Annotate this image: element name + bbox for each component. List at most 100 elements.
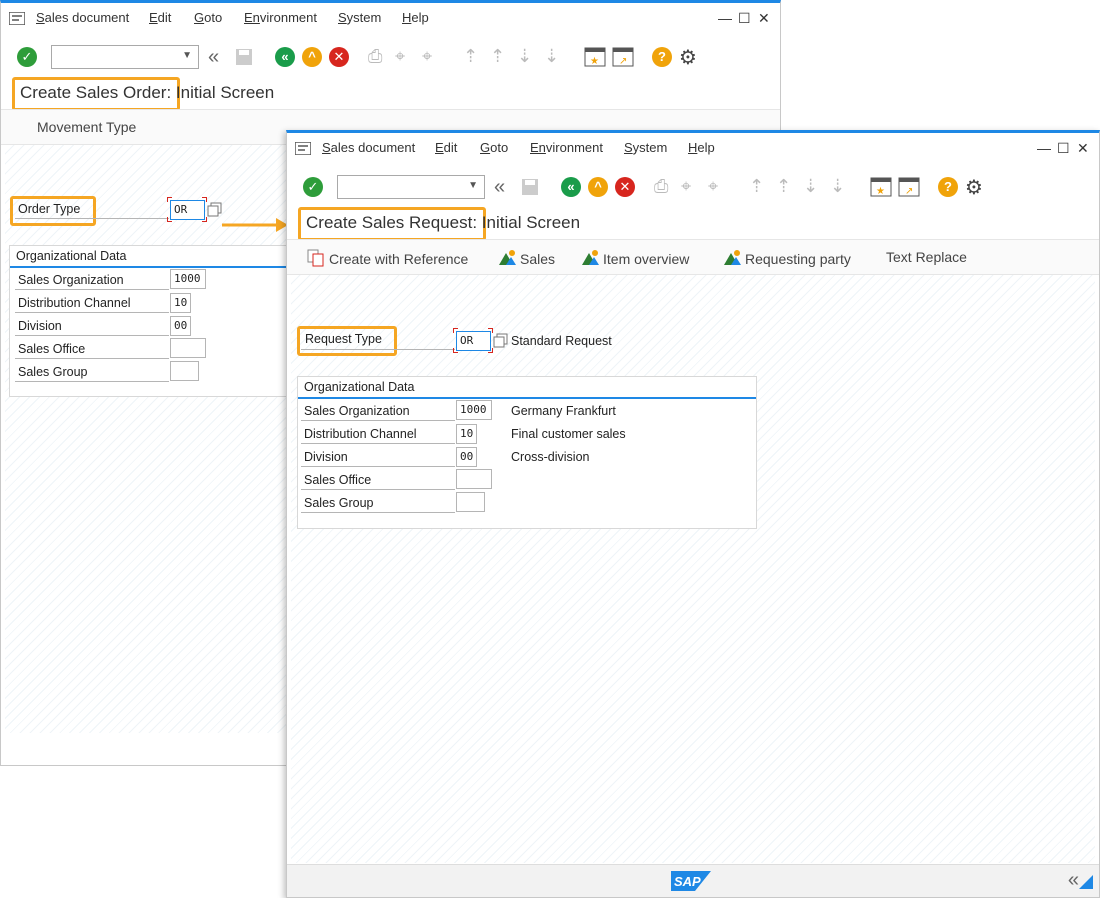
sales-office-input[interactable] xyxy=(456,469,492,489)
find-next-icon[interactable]: ⌖ xyxy=(422,46,432,67)
first-page-icon[interactable]: ⇡ xyxy=(749,176,764,197)
menu-edit[interactable]: Edit xyxy=(435,140,457,155)
status-bar: SAP « xyxy=(287,864,1099,897)
match-code-icon[interactable] xyxy=(493,333,509,349)
exit-icon[interactable]: ^ xyxy=(588,177,608,197)
division-input[interactable]: 00 xyxy=(170,316,191,336)
label-underline xyxy=(301,349,455,350)
command-field[interactable]: ▼ xyxy=(337,175,485,199)
sales-organization-input[interactable]: 1000 xyxy=(170,269,206,289)
new-session-icon[interactable]: ★ xyxy=(584,47,606,67)
menu-sales-document[interactable]: Sales document xyxy=(322,140,415,155)
sales-request-window: Sales document Edit Goto Environment Sys… xyxy=(286,130,1100,898)
distribution-channel-label: Distribution Channel xyxy=(18,296,131,310)
chevron-down-icon[interactable]: ▼ xyxy=(468,180,478,191)
order-type-input[interactable]: OR xyxy=(170,200,205,220)
division-label: Division xyxy=(18,319,62,333)
distribution-channel-input[interactable]: 10 xyxy=(456,424,477,444)
command-field[interactable]: ▼ xyxy=(51,45,199,69)
help-icon[interactable]: ? xyxy=(652,47,672,67)
enter-icon[interactable]: ✓ xyxy=(303,177,323,197)
back-icon[interactable]: « xyxy=(275,47,295,67)
label-underline xyxy=(15,312,169,313)
prev-page-icon[interactable]: ⇡ xyxy=(490,46,505,67)
division-label: Division xyxy=(304,450,348,464)
close-button[interactable]: ✕ xyxy=(1077,140,1089,157)
svg-text:★: ★ xyxy=(590,56,599,67)
text-replace-button[interactable]: Text Replace xyxy=(886,249,967,265)
sales-office-input[interactable] xyxy=(170,338,206,358)
sales-group-label: Sales Group xyxy=(304,496,374,510)
minimize-button[interactable]: — xyxy=(1037,140,1051,156)
chevron-down-icon[interactable]: ▼ xyxy=(182,50,192,61)
menu-edit[interactable]: Edit xyxy=(149,10,171,25)
find-icon[interactable]: ⌖ xyxy=(395,46,405,67)
menu-environment[interactable]: Environment xyxy=(530,140,603,155)
menu-system[interactable]: System xyxy=(624,140,667,155)
request-type-description: Standard Request xyxy=(511,334,612,348)
next-page-icon[interactable]: ⇣ xyxy=(517,46,532,67)
page-title: Create Sales Order: Initial Screen xyxy=(20,83,275,102)
resize-icon[interactable] xyxy=(1079,875,1093,889)
menu-help[interactable]: Help xyxy=(402,10,429,25)
back-icon[interactable]: « xyxy=(561,177,581,197)
item-overview-button[interactable]: Item overview xyxy=(581,249,689,267)
requesting-party-button[interactable]: Requesting party xyxy=(723,249,851,267)
label-underline xyxy=(301,489,455,490)
movement-type-button[interactable]: Movement Type xyxy=(37,119,136,135)
shortcut-icon[interactable]: ↗ xyxy=(612,47,634,67)
sales-group-input[interactable] xyxy=(170,361,199,381)
menu-environment[interactable]: Environment xyxy=(244,10,317,25)
cancel-icon[interactable]: ✕ xyxy=(615,177,635,197)
division-input[interactable]: 00 xyxy=(456,447,477,467)
cancel-icon[interactable]: ✕ xyxy=(329,47,349,67)
next-page-icon[interactable]: ⇣ xyxy=(803,176,818,197)
sales-group-input[interactable] xyxy=(456,492,485,512)
request-type-input[interactable]: OR xyxy=(456,331,491,351)
settings-icon[interactable]: ⚙ xyxy=(679,45,697,70)
sales-organization-label: Sales Organization xyxy=(18,273,124,287)
help-icon[interactable]: ? xyxy=(938,177,958,197)
new-session-icon[interactable]: ★ xyxy=(870,177,892,197)
last-page-icon[interactable]: ⇣ xyxy=(830,176,845,197)
menu-icon[interactable] xyxy=(295,142,311,155)
last-page-icon[interactable]: ⇣ xyxy=(544,46,559,67)
collapse-icon[interactable]: « xyxy=(208,46,219,69)
focus-corner xyxy=(453,348,458,353)
toolbar: ✓ ▼ « « ^ ✕ ⎙ ⌖ ⌖ ⇡ ⇡ ⇣ ⇣ ★ ↗ ? ⚙ xyxy=(1,37,780,77)
collapse-icon[interactable]: « xyxy=(494,176,505,199)
find-icon[interactable]: ⌖ xyxy=(681,176,691,197)
sap-logo: SAP xyxy=(671,871,711,891)
menu-goto[interactable]: Goto xyxy=(194,10,222,25)
print-icon[interactable]: ⎙ xyxy=(368,46,382,67)
menu-system[interactable]: System xyxy=(338,10,381,25)
menu-goto[interactable]: Goto xyxy=(480,140,508,155)
enter-icon[interactable]: ✓ xyxy=(17,47,37,67)
sales-organization-description: Germany Frankfurt xyxy=(511,404,616,418)
exit-icon[interactable]: ^ xyxy=(302,47,322,67)
sales-office-label: Sales Office xyxy=(18,342,86,356)
maximize-button[interactable]: ☐ xyxy=(738,10,751,27)
minimize-button[interactable]: — xyxy=(718,10,732,26)
first-page-icon[interactable]: ⇡ xyxy=(463,46,478,67)
create-with-reference-button[interactable]: Create with Reference xyxy=(307,249,468,267)
maximize-button[interactable]: ☐ xyxy=(1057,140,1070,157)
shortcut-icon[interactable]: ↗ xyxy=(898,177,920,197)
match-code-icon[interactable] xyxy=(207,202,223,218)
group-divider xyxy=(10,266,310,268)
save-icon[interactable] xyxy=(235,48,253,66)
close-button[interactable]: ✕ xyxy=(758,10,770,27)
sales-organization-input[interactable]: 1000 xyxy=(456,400,492,420)
menu-sales-document[interactable]: Sales document xyxy=(36,10,129,25)
print-icon[interactable]: ⎙ xyxy=(654,176,668,197)
settings-icon[interactable]: ⚙ xyxy=(965,175,983,200)
prev-page-icon[interactable]: ⇡ xyxy=(776,176,791,197)
distribution-channel-input[interactable]: 10 xyxy=(170,293,191,313)
menu-help[interactable]: Help xyxy=(688,140,715,155)
sales-button[interactable]: Sales xyxy=(498,249,555,267)
menu-icon[interactable] xyxy=(9,12,25,25)
save-icon[interactable] xyxy=(521,178,539,196)
find-next-icon[interactable]: ⌖ xyxy=(708,176,718,197)
collapse-icon[interactable]: « xyxy=(1068,869,1079,892)
label-underline xyxy=(301,512,455,513)
